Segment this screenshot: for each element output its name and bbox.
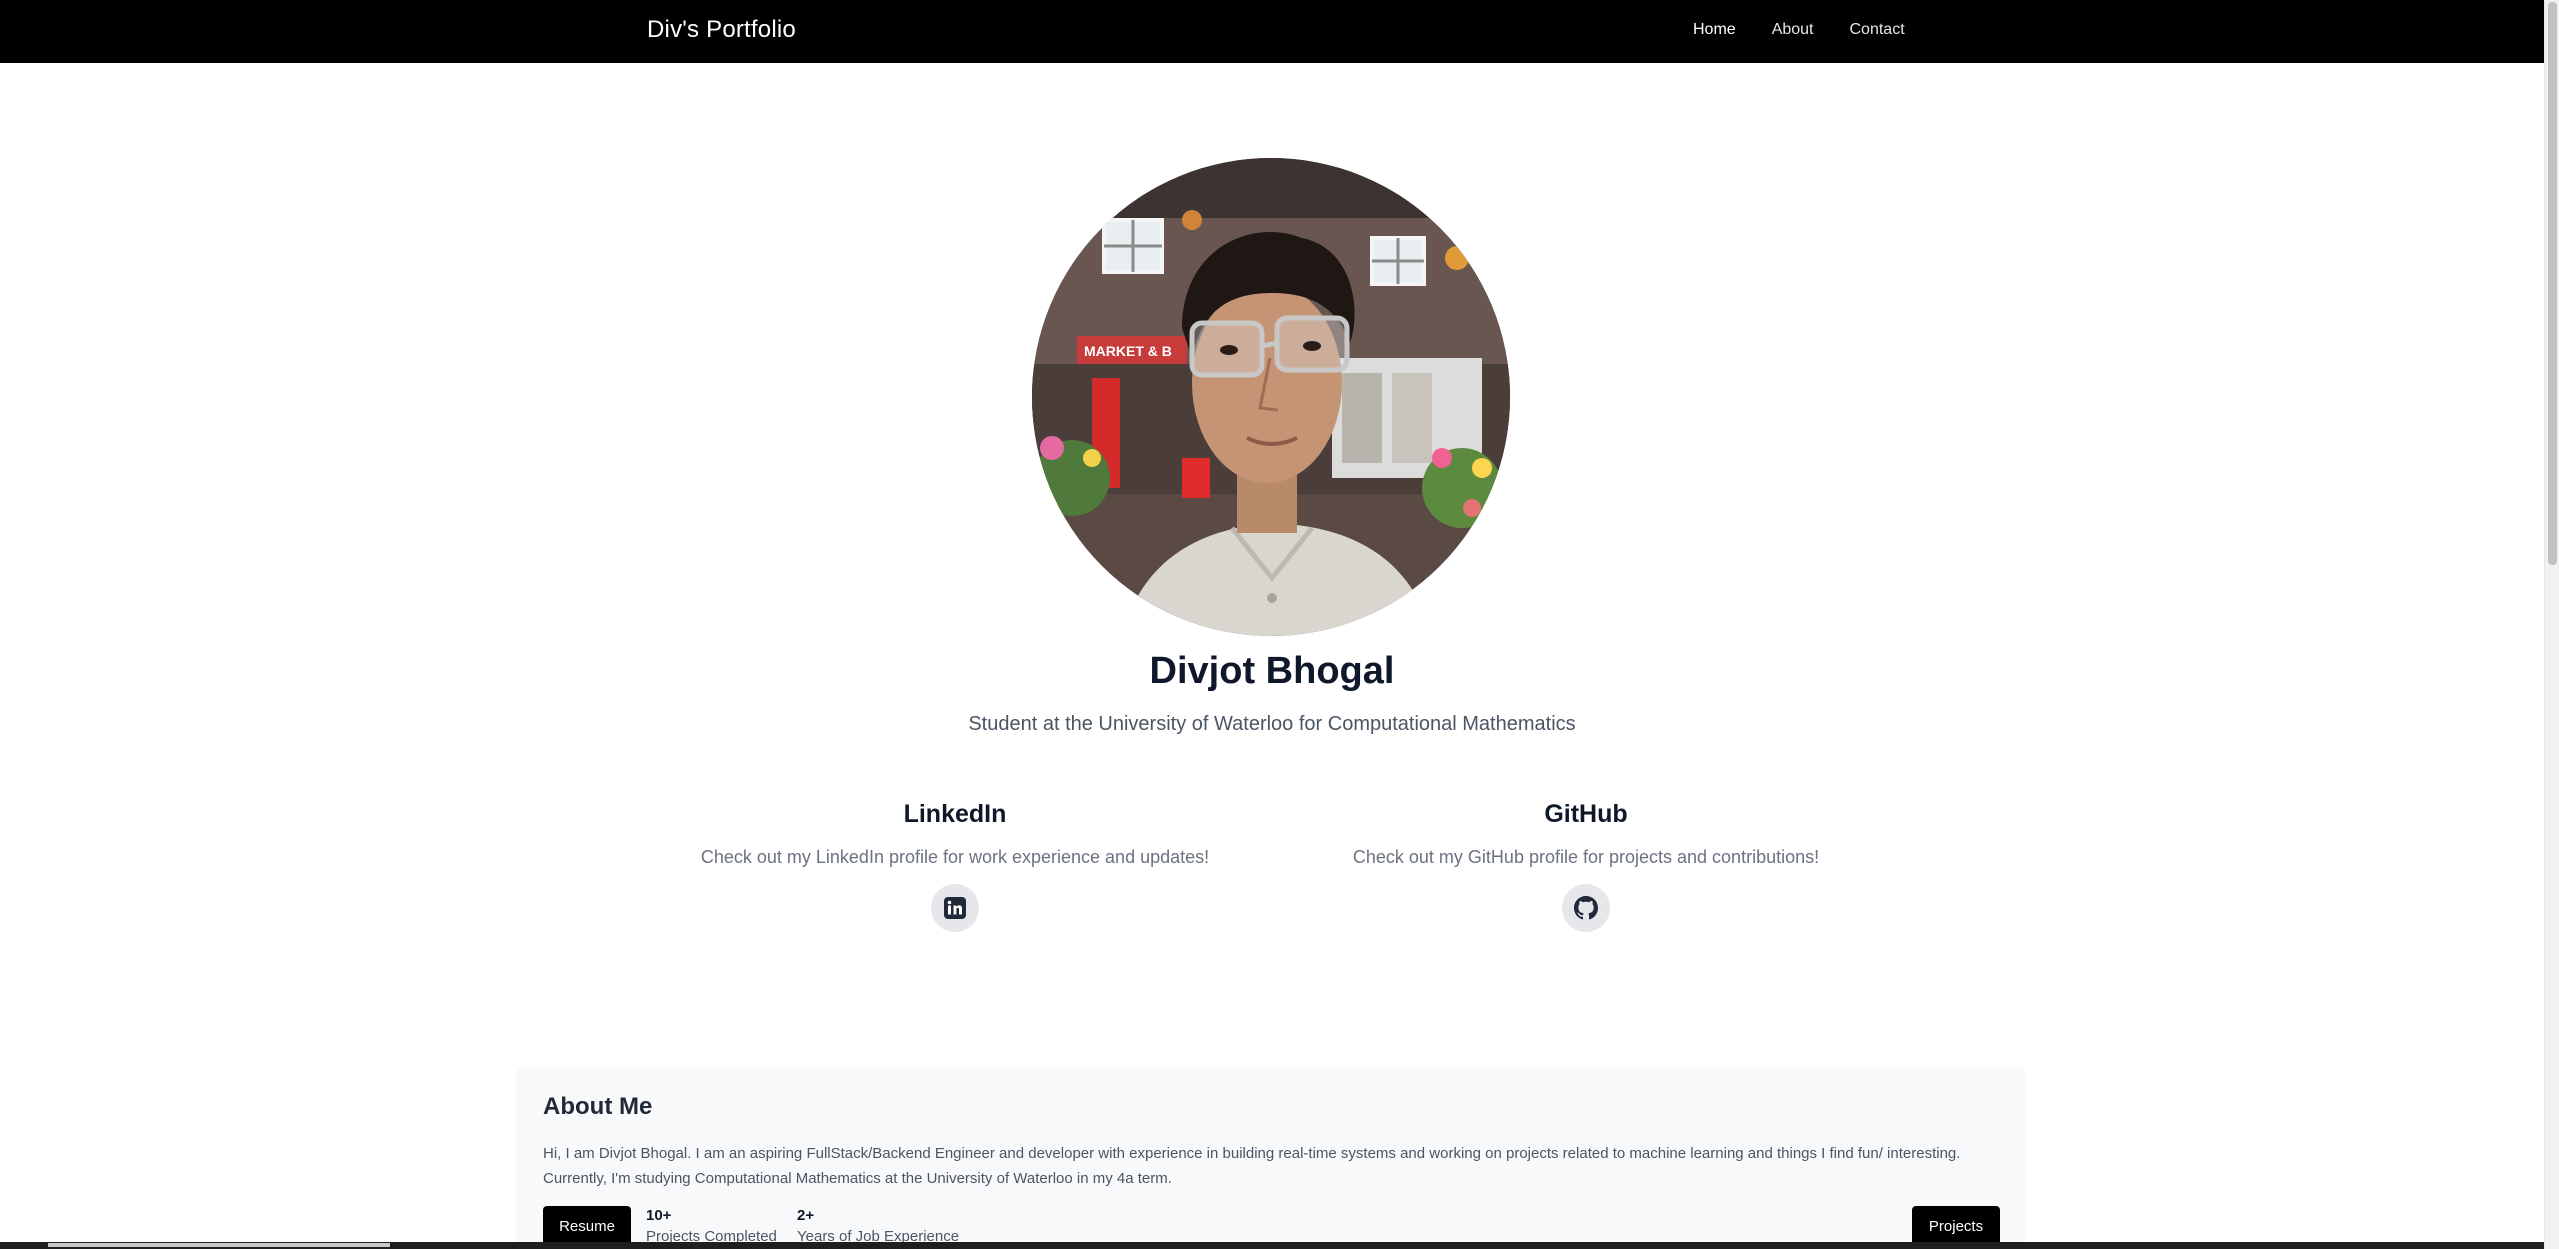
about-title: About Me xyxy=(543,1093,653,1120)
github-title: GitHub xyxy=(1544,800,1628,828)
nav-link-contact[interactable]: Contact xyxy=(1850,21,1905,39)
page-scrollbar[interactable] xyxy=(2544,0,2559,1249)
github-description: Check out my GitHub profile for projects… xyxy=(1352,847,1820,867)
market-sign-text: MARKET & B xyxy=(1084,343,1172,359)
hero-name: Divjot Bhogal xyxy=(1149,650,1395,692)
stat-value: 2+ xyxy=(797,1207,815,1224)
nav-links: Home About Contact xyxy=(1693,21,1905,39)
nav-link-home[interactable]: Home xyxy=(1693,21,1736,39)
linkedin-icon xyxy=(944,897,966,919)
github-button[interactable] xyxy=(1562,884,1610,932)
github-icon xyxy=(1574,896,1598,920)
resume-button[interactable]: Resume xyxy=(543,1206,631,1246)
stat-value: 10+ xyxy=(646,1207,672,1224)
linkedin-description: Check out my LinkedIn profile for work e… xyxy=(700,847,1210,867)
linkedin-card: LinkedIn Check out my LinkedIn profile f… xyxy=(675,800,1235,932)
stat-projects-completed: 10+ Projects Completed xyxy=(646,1207,777,1245)
top-navbar: Div's Portfolio Home About Contact xyxy=(0,0,2544,63)
about-text: Hi, I am Divjot Bhogal. I am an aspiring… xyxy=(543,1145,1961,1187)
hero-subtitle: Student at the University of Waterloo fo… xyxy=(968,713,1576,735)
profile-photo: MARKET & B xyxy=(1032,158,1510,636)
github-card: GitHub Check out my GitHub profile for p… xyxy=(1306,800,1866,932)
linkedin-button[interactable] xyxy=(931,884,979,932)
linkedin-title: LinkedIn xyxy=(903,800,1007,828)
horizontal-scroll-thumb[interactable] xyxy=(48,1243,390,1247)
scrollbar-thumb[interactable] xyxy=(2548,2,2557,565)
projects-button[interactable]: Projects xyxy=(1912,1206,2000,1246)
stat-years-experience: 2+ Years of Job Experience xyxy=(797,1207,959,1245)
brand-logo[interactable]: Div's Portfolio xyxy=(647,16,796,44)
nav-link-about[interactable]: About xyxy=(1772,21,1814,39)
